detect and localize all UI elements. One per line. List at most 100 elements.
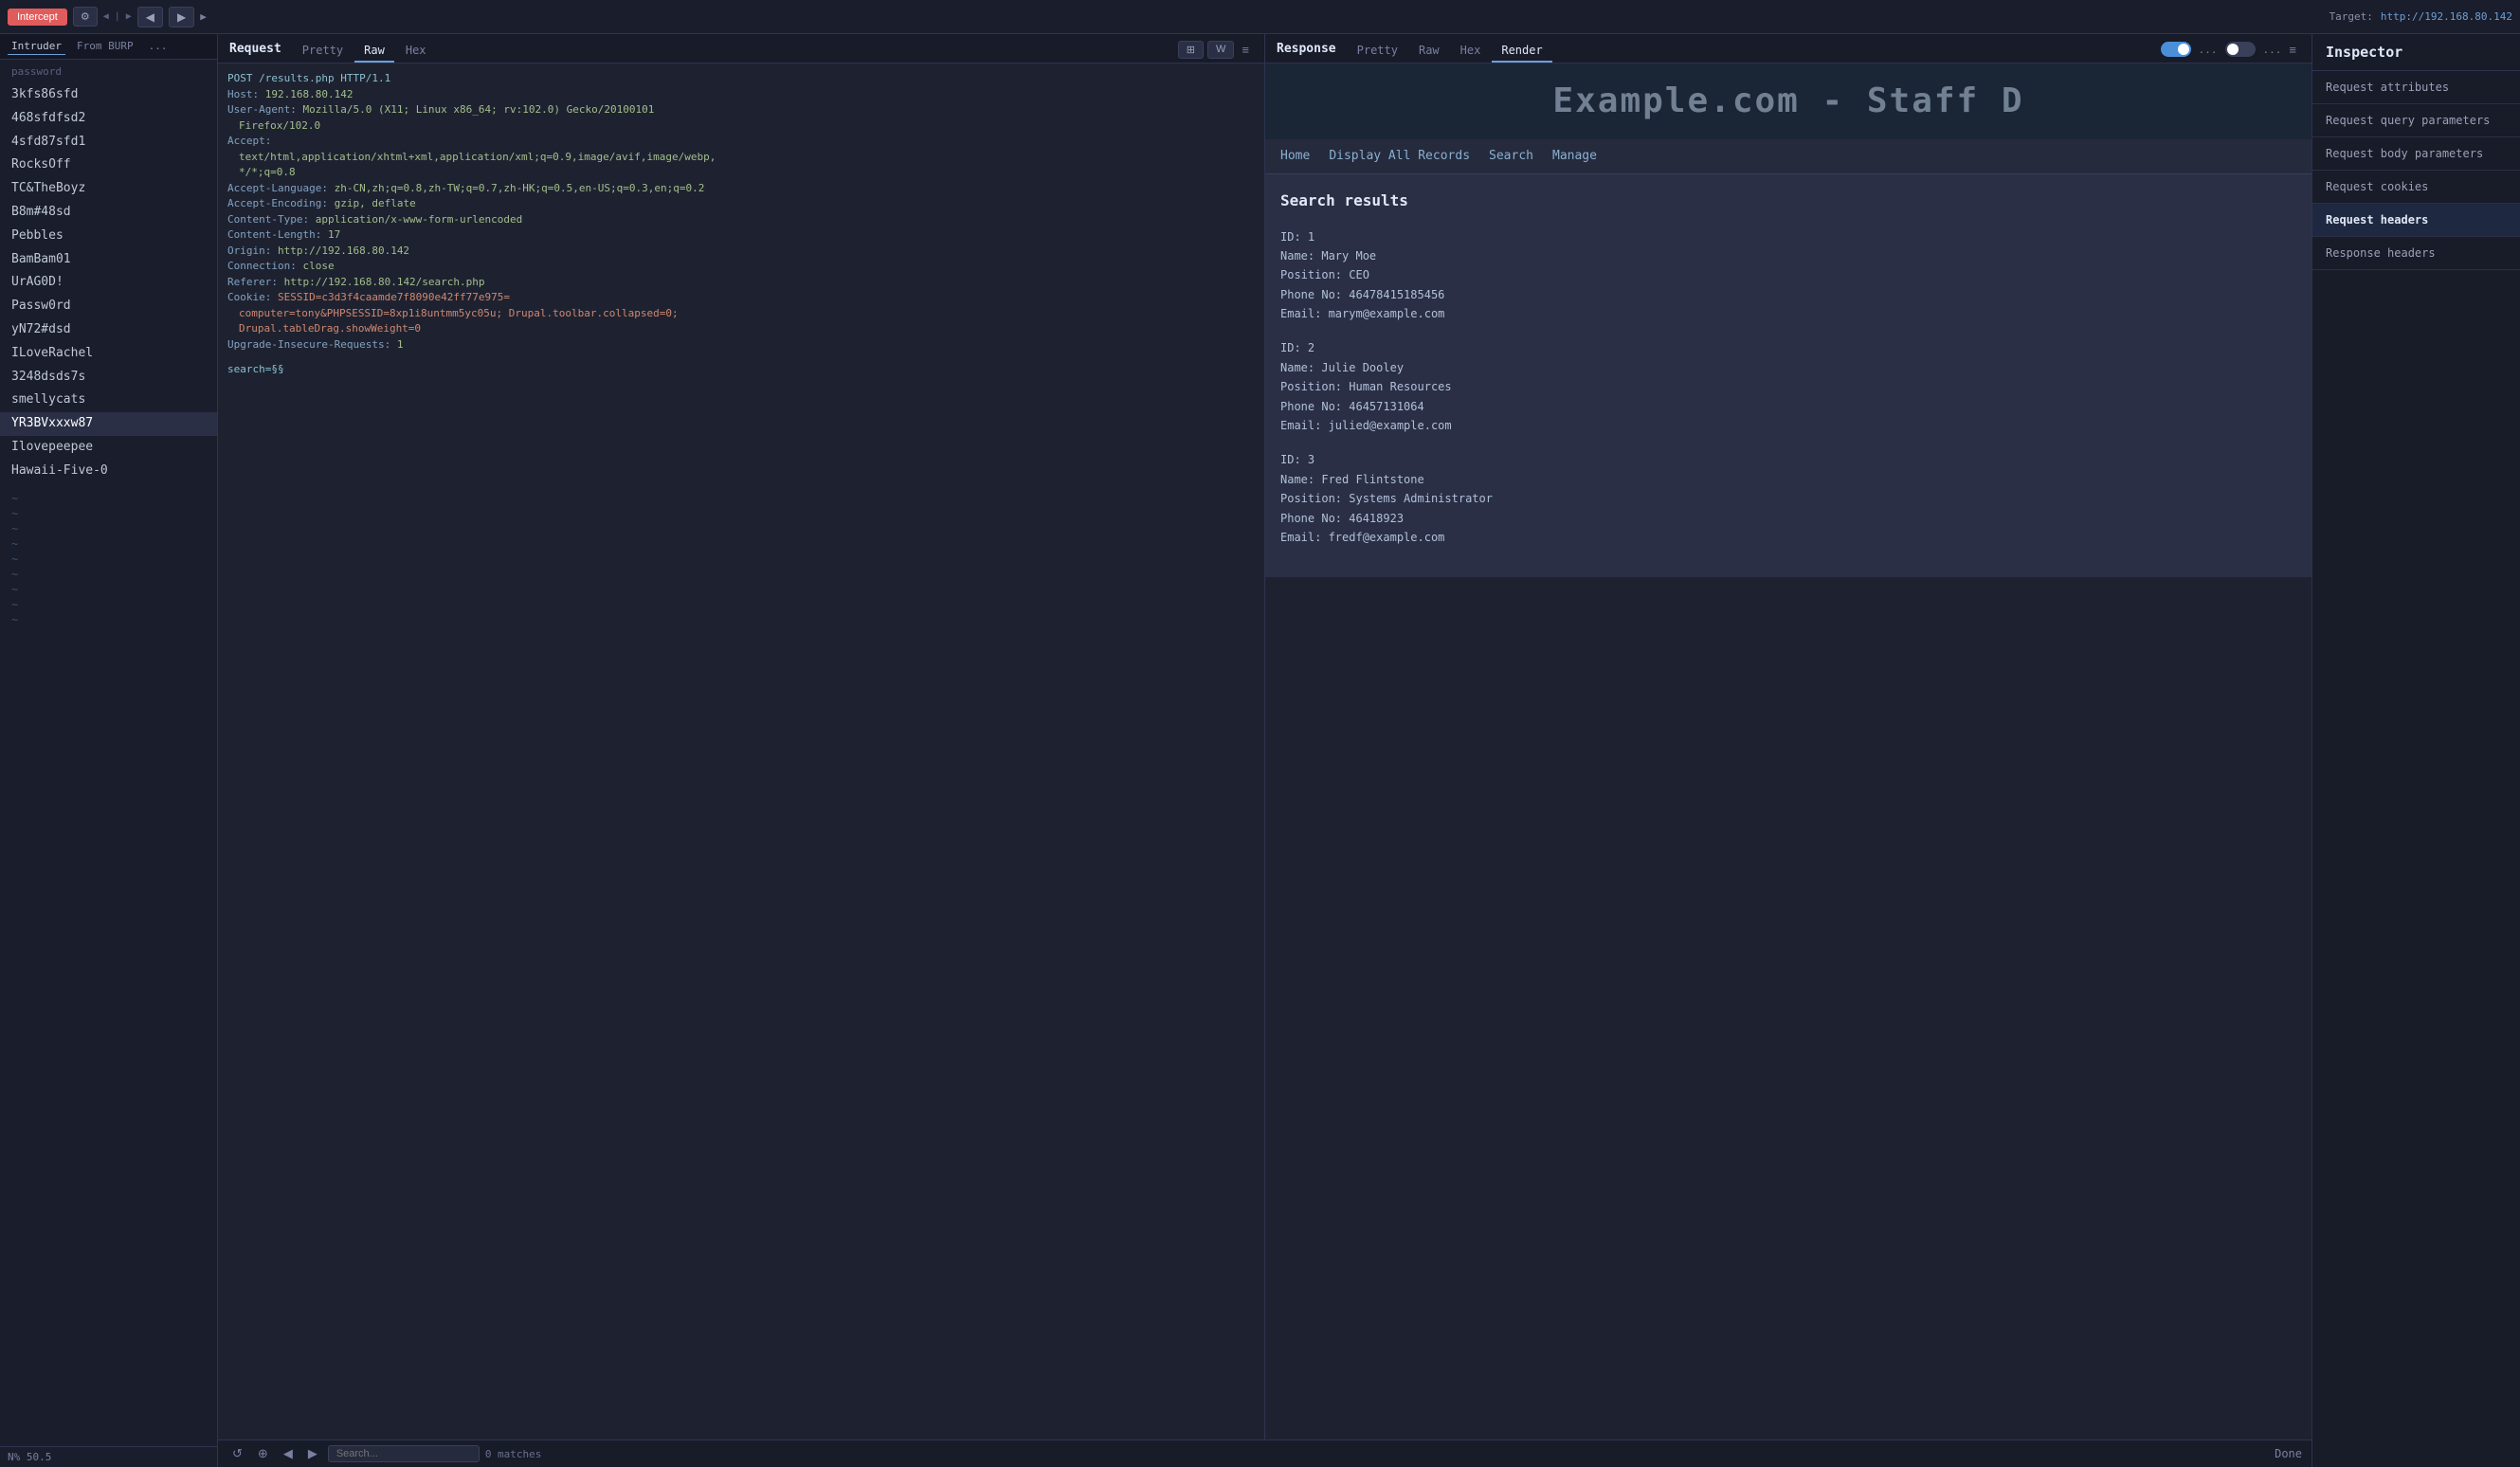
search-input[interactable] (328, 1445, 480, 1462)
req-origin: Origin: http://192.168.80.142 (227, 244, 1255, 260)
list-item[interactable]: UrAG0D! (0, 271, 217, 295)
sidebar-section-title: password (0, 60, 217, 80)
tab-response-raw[interactable]: Raw (1409, 40, 1449, 63)
response-action-menu[interactable]: ≡ (2285, 41, 2300, 59)
request-action-menu[interactable]: ≡ (1238, 41, 1253, 59)
inspector-section-label-res-headers: Response headers (2326, 246, 2436, 260)
done-label: Done (2275, 1447, 2302, 1460)
list-item[interactable]: RocksOff (0, 154, 217, 177)
toggle-label-1: ... (2199, 44, 2218, 56)
tab-hex[interactable]: Hex (396, 40, 436, 63)
response-panel: Response Pretty Raw Hex Render ... ... (1265, 34, 2312, 1440)
list-item[interactable]: smellycats (0, 389, 217, 412)
tab-response-hex[interactable]: Hex (1451, 40, 1491, 63)
site-nav-home[interactable]: Home (1280, 147, 1310, 166)
top-bar: Intercept ⚙ ◀ | ▶ ◀ ▶ ▶ Target: http://1… (0, 0, 2520, 34)
result-id-2: ID: 2 (1280, 338, 2296, 357)
toggle-switch-1[interactable] (2161, 42, 2191, 57)
inspector-section-body-params[interactable]: Request body parameters (2312, 137, 2520, 171)
tilde-line: ~ (0, 597, 217, 612)
req-accept-val2: */*;q=0.8 (227, 165, 1255, 181)
site-nav-manage[interactable]: Manage (1552, 147, 1597, 166)
site-nav-records[interactable]: Display All Records (1329, 147, 1470, 166)
result-name-1: Name: Mary Moe (1280, 246, 2296, 265)
sidebar-tab-intruder[interactable]: Intruder (8, 38, 65, 55)
result-pos-3: Position: Systems Administrator (1280, 489, 2296, 508)
bottom-icon-loop[interactable]: ↺ (227, 1444, 247, 1463)
inspector-section-req-headers[interactable]: Request headers (2312, 204, 2520, 237)
sidebar-list: 3kfs86sfd 468sfdfsd2 4sfd87sfd1 RocksOff… (0, 80, 217, 1446)
site-content: Search results ID: 1 Name: Mary Moe Posi… (1265, 174, 2312, 578)
sidebar-status: N% 50.5 (8, 1451, 51, 1463)
bottom-icon-next[interactable]: ▶ (303, 1444, 322, 1463)
response-panel-actions: ... ... ≡ (2153, 41, 2300, 63)
list-item[interactable]: 4sfd87sfd1 (0, 131, 217, 154)
request-action-grid[interactable]: ⊞ (1178, 41, 1204, 59)
request-line: POST /results.php HTTP/1.1 (227, 71, 1255, 87)
tab-response-pretty[interactable]: Pretty (1348, 40, 1407, 63)
list-item[interactable]: Passw0rd (0, 295, 217, 318)
inspector-section-cookies[interactable]: Request cookies (2312, 171, 2520, 204)
request-panel-title: Request (229, 42, 281, 62)
toggle-switch-2[interactable] (2225, 42, 2256, 57)
tilde-line: ~ (0, 552, 217, 567)
list-item[interactable]: Ilovepeepee (0, 436, 217, 460)
tab-response-render[interactable]: Render (1492, 40, 1551, 63)
list-item[interactable]: 3248dsds7s (0, 366, 217, 389)
req-host: Host: 192.168.80.142 (227, 87, 1255, 103)
result-email-1: Email: marym@example.com (1280, 304, 2296, 323)
sidebar: Intruder From BURP ... password 3kfs86sf… (0, 34, 218, 1467)
inspector-panel: Inspector Request attributes Request que… (2312, 34, 2520, 1467)
response-preview: Example.com - Staff D Home Display All R… (1265, 63, 2312, 577)
result-phone-1: Phone No: 46478415185456 (1280, 285, 2296, 304)
request-content: POST /results.php HTTP/1.1 Host: 192.168… (218, 63, 1264, 1440)
list-item[interactable]: yN72#dsd (0, 318, 217, 342)
nav-forward-button[interactable]: ▶ (169, 7, 194, 27)
list-item[interactable]: B8m#48sd (0, 201, 217, 225)
result-pos-1: Position: CEO (1280, 265, 2296, 284)
request-action-wrap[interactable]: W (1207, 41, 1234, 59)
matches-label: 0 matches (485, 1448, 542, 1460)
inspector-title: Inspector (2312, 34, 2520, 71)
req-body: search=§§ (227, 362, 1255, 378)
inspector-section-query-params[interactable]: Request query parameters (2312, 104, 2520, 137)
forward-button-extra: ▶ (200, 10, 207, 23)
tilde-line: ~ (0, 506, 217, 521)
nav-back-button[interactable]: ◀ (137, 7, 163, 27)
search-results-title: Search results (1280, 190, 2296, 212)
list-item-selected[interactable]: YR3BVxxxw87 (0, 412, 217, 436)
tab-pretty[interactable]: Pretty (293, 40, 353, 63)
list-item[interactable]: 468sfdfsd2 (0, 107, 217, 131)
result-item-3: ID: 3 Name: Fred Flintstone Position: Sy… (1280, 450, 2296, 547)
list-item[interactable]: 3kfs86sfd (0, 83, 217, 107)
list-item[interactable]: TC&TheBoyz (0, 177, 217, 201)
result-item-2: ID: 2 Name: Julie Dooley Position: Human… (1280, 338, 2296, 435)
req-accept-label: Accept: (227, 134, 1255, 150)
inspector-section-res-headers[interactable]: Response headers (2312, 237, 2520, 270)
top-bar-left: Intercept ⚙ ◀ | ▶ ◀ ▶ ▶ (8, 7, 2324, 27)
req-cookie2: computer=tony&PHPSESSID=8xp1i8untmm5yc05… (227, 306, 1255, 322)
list-item[interactable]: BamBam01 (0, 248, 217, 272)
settings-icon-button[interactable]: ⚙ (73, 7, 98, 27)
list-item[interactable]: Pebbles (0, 225, 217, 248)
req-accept-val: text/html,application/xhtml+xml,applicat… (227, 150, 1255, 166)
site-nav: Home Display All Records Search Manage (1265, 139, 2312, 174)
target-url: http://192.168.80.142 (2381, 10, 2512, 23)
bottom-icon-search[interactable]: ⊕ (253, 1444, 273, 1463)
inspector-section-label-req-headers: Request headers (2326, 213, 2428, 226)
list-item[interactable]: Hawaii-Five-0 (0, 460, 217, 483)
list-item[interactable]: ILoveRachel (0, 342, 217, 366)
sidebar-bottom: N% 50.5 (0, 1446, 217, 1467)
tab-raw[interactable]: Raw (354, 40, 394, 63)
response-tabs: Pretty Raw Hex Render (1348, 40, 1552, 63)
inspector-section-request-attrs[interactable]: Request attributes (2312, 71, 2520, 104)
inspector-section-label-cookies: Request cookies (2326, 180, 2428, 193)
intercept-button[interactable]: Intercept (8, 9, 67, 26)
sidebar-tab-more[interactable]: ... (145, 38, 172, 55)
toggle-label-2: ... (2263, 44, 2282, 56)
req-connection: Connection: close (227, 259, 1255, 275)
bottom-icon-prev[interactable]: ◀ (279, 1444, 298, 1463)
sidebar-tab-burp[interactable]: From BURP (73, 38, 137, 55)
result-phone-2: Phone No: 46457131064 (1280, 397, 2296, 416)
site-nav-search[interactable]: Search (1489, 147, 1533, 166)
